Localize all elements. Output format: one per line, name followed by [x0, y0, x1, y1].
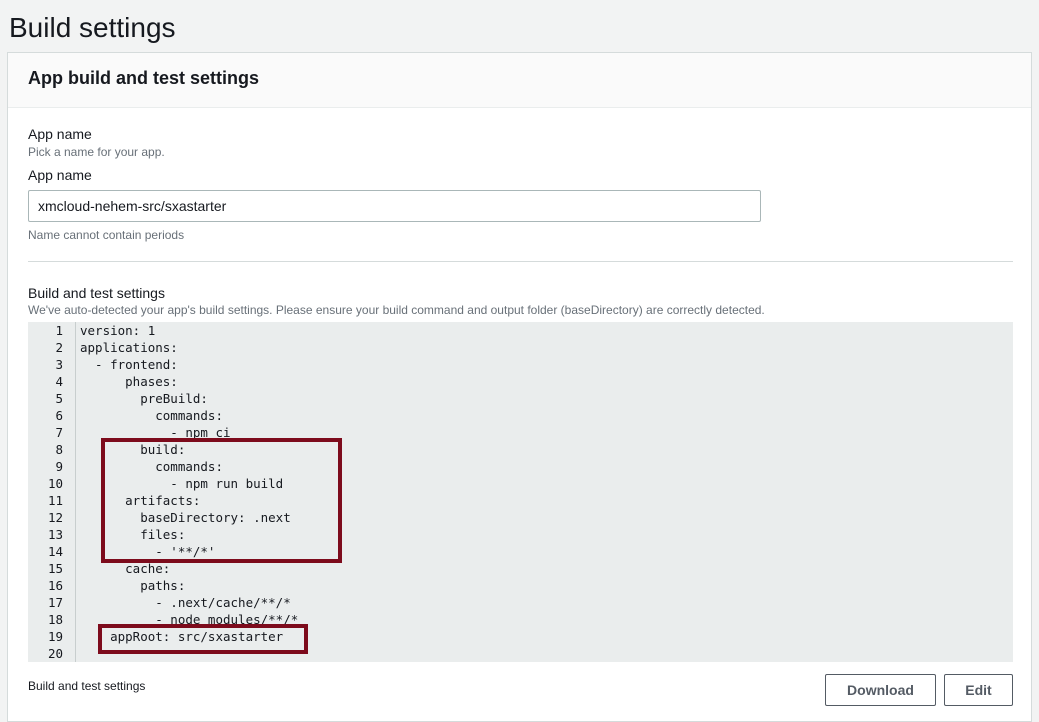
line-number: 7 [55, 425, 63, 440]
code-line: paths: [80, 578, 186, 593]
line-number: 14 [47, 544, 63, 559]
code-line: phases: [80, 374, 178, 389]
line-number: 11 [47, 493, 63, 508]
code-line: appRoot: src/sxastarter [80, 629, 284, 644]
line-number: 8 [55, 442, 63, 457]
download-button[interactable]: Download [825, 674, 936, 706]
build-spec-editor[interactable]: 1 2 3 4 5 6 7 8 9 10 11 12 13 14 15 16 17 18 19 20 version:… [28, 322, 1013, 662]
build-settings-description: We've auto-detected your app's build set… [28, 303, 765, 317]
code-line: applications: [80, 340, 178, 355]
code-line: cache: [80, 561, 171, 576]
code-line: - npm run build [80, 476, 284, 491]
code-line: build: [80, 442, 186, 457]
code-line: version: 1 [80, 323, 156, 338]
code-line: - .next/cache/**/* [80, 595, 291, 610]
code-line: - '**/*' [80, 544, 216, 559]
line-number: 4 [55, 374, 63, 389]
edit-button[interactable]: Edit [944, 674, 1013, 706]
code-line: commands: [80, 459, 223, 474]
app-name-field-label: App name [28, 167, 92, 183]
line-number: 19 [47, 629, 63, 644]
line-number: 10 [47, 476, 63, 491]
panel-header: App build and test settings [8, 53, 1031, 108]
code-line: commands: [80, 408, 223, 423]
line-number: 12 [47, 510, 63, 525]
panel-title: App build and test settings [28, 68, 260, 88]
page-title: Build settings [9, 12, 176, 43]
line-number: 3 [55, 357, 63, 372]
line-number: 5 [55, 391, 63, 406]
app-name-constraint: Name cannot contain periods [28, 228, 185, 242]
app-name-input[interactable] [28, 190, 761, 222]
line-number: 18 [47, 612, 63, 627]
build-settings-label: Build and test settings [28, 285, 165, 301]
line-number: 20 [47, 646, 63, 661]
line-number: 6 [55, 408, 63, 423]
line-number: 9 [55, 459, 63, 474]
code-line: - npm ci [80, 425, 231, 440]
code-line: - node_modules/**/* [80, 612, 299, 627]
app-name-label: App name [28, 126, 92, 142]
line-number: 1 [55, 323, 63, 338]
line-number: 13 [47, 527, 63, 542]
line-number: 17 [47, 595, 63, 610]
line-number: 15 [47, 561, 63, 576]
section-divider [28, 261, 1013, 262]
code-line: preBuild: [80, 391, 208, 406]
code-line: - frontend: [80, 357, 178, 372]
line-number-gutter: 1 2 3 4 5 6 7 8 9 10 11 12 13 14 15 16 17 18 19 20 [28, 322, 76, 662]
code-line: baseDirectory: .next [80, 510, 291, 525]
code-line: artifacts: [80, 493, 201, 508]
line-number: 16 [47, 578, 63, 593]
code-line: files: [80, 527, 186, 542]
footer-label: Build and test settings [28, 679, 146, 693]
build-settings-panel: App build and test settings App name Pic… [7, 52, 1032, 722]
line-number: 2 [55, 340, 63, 355]
app-name-description: Pick a name for your app. [28, 145, 165, 159]
